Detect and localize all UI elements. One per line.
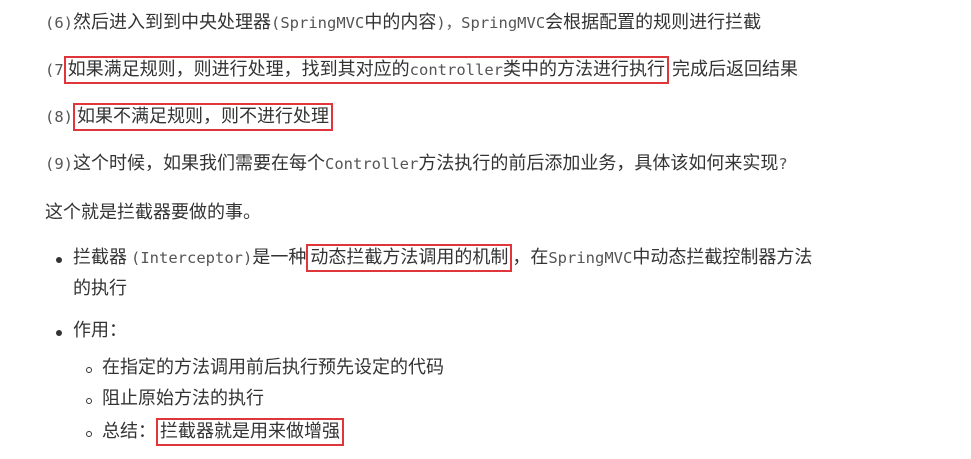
- step-8-text-1: 如果不满足规则，则不进行处理: [77, 106, 329, 127]
- summary-paragraph: 这个就是拦截器要做的事。: [45, 200, 261, 226]
- bullet-1-text-3: ，在: [512, 247, 549, 268]
- sub-bullet-3-label: 总结：: [102, 421, 156, 442]
- sub-bullet-circle-2: [86, 398, 92, 404]
- step-8: (8) 如果不满足规则，则不进行处理: [45, 103, 333, 131]
- sub-bullet-2: 阻止原始方法的执行: [102, 386, 264, 412]
- step-9-text-1: 这个时候，如果我们需要在每个: [73, 153, 325, 174]
- bullet-1: 拦截器 (Interceptor) 是一种 动态拦截方法调用的机制 ，在 Spr…: [73, 244, 813, 272]
- bullet-2: 作用：: [73, 318, 127, 344]
- bullet-1-boxed-text: 动态拦截方法调用的机制: [310, 247, 509, 268]
- sub-bullet-circle-3: [86, 431, 92, 437]
- step-7-text-2: 类中的方法进行执行: [503, 59, 665, 80]
- step-7-number: (7: [45, 61, 64, 79]
- bullet-1-text-2: 是一种: [252, 247, 307, 268]
- bullet-1-code-1: (Interceptor): [131, 249, 253, 267]
- step-7-highlight: 如果满足规则，则进行处理，找到其对应的 controller 类中的方法进行执行: [63, 56, 669, 84]
- step-7-code-1: controller: [409, 61, 503, 79]
- sub-bullet-circle-1: [86, 367, 92, 373]
- step-7-text-3: 完成后返回结果: [672, 59, 798, 80]
- bullet-1-text-1: 拦截器: [73, 247, 127, 268]
- step-9: (9) 这个时候，如果我们需要在每个 Controller 方法执行的前后添加业…: [45, 151, 788, 177]
- summary-text: 这个就是拦截器要做的事。: [45, 202, 261, 223]
- document-page: (6) 然后进入到到中央处理器 (SpringMVC 中的内容 )，Spring…: [0, 0, 971, 459]
- sub-bullet-3-highlight: 拦截器就是用来做增强: [156, 418, 344, 446]
- bullet-1-text-4: 中动态拦截控制器方法: [632, 247, 813, 268]
- step-6-code-2: )，SpringMVC: [436, 14, 546, 32]
- step-9-number: (9): [45, 155, 73, 173]
- bullet-2-label: 作用：: [73, 320, 127, 341]
- sub-bullet-3-boxed-text: 拦截器就是用来做增强: [160, 421, 340, 442]
- sub-bullet-1-text: 在指定的方法调用前后执行预先设定的代码: [102, 357, 444, 378]
- bullet-1-highlight: 动态拦截方法调用的机制: [306, 244, 513, 272]
- step-6-text-2: 中的内容: [364, 12, 437, 33]
- sub-bullet-3: 总结： 拦截器就是用来做增强: [102, 418, 344, 446]
- step-9-text-3: ?: [778, 155, 788, 173]
- sub-bullet-2-text: 阻止原始方法的执行: [102, 388, 264, 409]
- step-6: (6) 然后进入到到中央处理器 (SpringMVC 中的内容 )，Spring…: [45, 10, 761, 36]
- step-8-number: (8): [45, 108, 73, 126]
- step-6-text-3: 会根据配置的规则进行拦截: [545, 12, 762, 33]
- step-8-highlight: 如果不满足规则，则不进行处理: [73, 103, 333, 131]
- step-6-text-1: 然后进入到到中央处理器: [73, 12, 271, 33]
- bullet-1-continuation: 的执行: [73, 276, 127, 302]
- bullet-dot-1: [56, 257, 62, 263]
- step-7: (7 如果满足规则，则进行处理，找到其对应的 controller 类中的方法进…: [45, 56, 798, 84]
- bullet-dot-2: [56, 330, 62, 336]
- bullet-1-code-2: SpringMVC: [548, 249, 633, 267]
- step-9-text-2: 方法执行的前后添加业务，具体该如何来实现: [418, 153, 779, 174]
- sub-bullet-1: 在指定的方法调用前后执行预先设定的代码: [102, 355, 444, 381]
- step-7-text-1: 如果满足规则，则进行处理，找到其对应的: [67, 59, 410, 80]
- step-6-code-1: (SpringMVC: [271, 14, 365, 32]
- bullet-1-cont-text: 的执行: [73, 278, 127, 299]
- step-9-code-1: Controller: [325, 155, 419, 173]
- step-6-number: (6): [45, 14, 73, 32]
